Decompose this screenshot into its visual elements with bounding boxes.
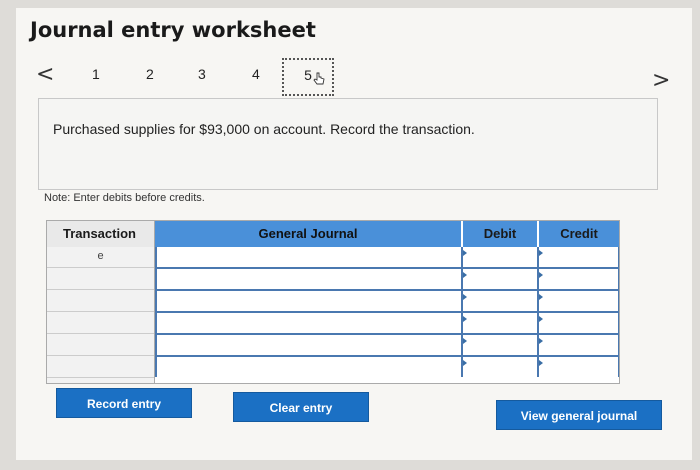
credit-input[interactable]	[539, 269, 619, 289]
cell-marker-icon	[463, 294, 467, 300]
cell-marker-icon	[539, 360, 543, 366]
question-box: Purchased supplies for $93,000 on accoun…	[38, 98, 658, 190]
table-row	[155, 335, 619, 357]
debit-input[interactable]	[463, 247, 539, 267]
journal-entry-grid: Transaction General Journal Debit Credit…	[46, 220, 620, 384]
debit-input[interactable]	[463, 335, 539, 355]
table-row	[155, 269, 619, 291]
table-row	[155, 291, 619, 313]
transaction-cell: e	[47, 247, 154, 268]
page-1[interactable]: 1	[92, 66, 100, 82]
transaction-cell	[47, 335, 154, 356]
cell-marker-icon	[539, 272, 543, 278]
transaction-cell	[47, 269, 154, 290]
cell-marker-icon	[463, 338, 467, 344]
credit-input[interactable]	[539, 247, 619, 267]
pointer-hand-icon	[313, 72, 325, 85]
clear-entry-button[interactable]: Clear entry	[233, 392, 369, 422]
debit-input[interactable]	[463, 269, 539, 289]
previous-page-icon[interactable]: <	[36, 62, 54, 87]
cell-marker-icon	[463, 272, 467, 278]
page-2[interactable]: 2	[146, 66, 154, 82]
cell-marker-icon	[539, 250, 543, 256]
credit-input[interactable]	[539, 291, 619, 311]
debit-input[interactable]	[463, 313, 539, 333]
record-entry-button[interactable]: Record entry	[56, 388, 192, 418]
general-journal-input[interactable]	[155, 335, 463, 355]
question-text: Purchased supplies for $93,000 on accoun…	[53, 121, 475, 137]
page-title: Journal entry worksheet	[30, 18, 316, 42]
page-5-current[interactable]: 5	[282, 58, 334, 96]
credit-input[interactable]	[539, 357, 619, 377]
cell-marker-icon	[539, 338, 543, 344]
note-text: Note: Enter debits before credits.	[44, 192, 205, 204]
view-general-journal-button[interactable]: View general journal	[496, 400, 662, 430]
cell-marker-icon	[539, 294, 543, 300]
credit-input[interactable]	[539, 313, 619, 333]
column-header-general-journal: General Journal	[155, 221, 463, 247]
transaction-cell	[47, 357, 154, 378]
general-journal-input[interactable]	[155, 247, 463, 267]
general-journal-input[interactable]	[155, 291, 463, 311]
page-3[interactable]: 3	[198, 66, 206, 82]
table-row	[155, 357, 619, 379]
general-journal-input[interactable]	[155, 357, 463, 377]
transaction-cell	[47, 291, 154, 312]
next-page-icon[interactable]: >	[652, 68, 670, 93]
table-row	[155, 247, 619, 269]
cell-marker-icon	[463, 250, 467, 256]
column-header-transaction: Transaction	[47, 221, 155, 247]
cell-marker-icon	[463, 360, 467, 366]
cell-marker-icon	[463, 316, 467, 322]
debit-input[interactable]	[463, 357, 539, 377]
transaction-cell	[47, 313, 154, 334]
transaction-column: e	[47, 247, 155, 383]
credit-input[interactable]	[539, 335, 619, 355]
column-header-credit: Credit	[539, 221, 619, 247]
column-header-debit: Debit	[463, 221, 539, 247]
cell-marker-icon	[539, 316, 543, 322]
general-journal-input[interactable]	[155, 269, 463, 289]
page-5-label: 5	[304, 67, 312, 83]
page-4[interactable]: 4	[252, 66, 260, 82]
debit-input[interactable]	[463, 291, 539, 311]
table-row	[155, 313, 619, 335]
general-journal-input[interactable]	[155, 313, 463, 333]
